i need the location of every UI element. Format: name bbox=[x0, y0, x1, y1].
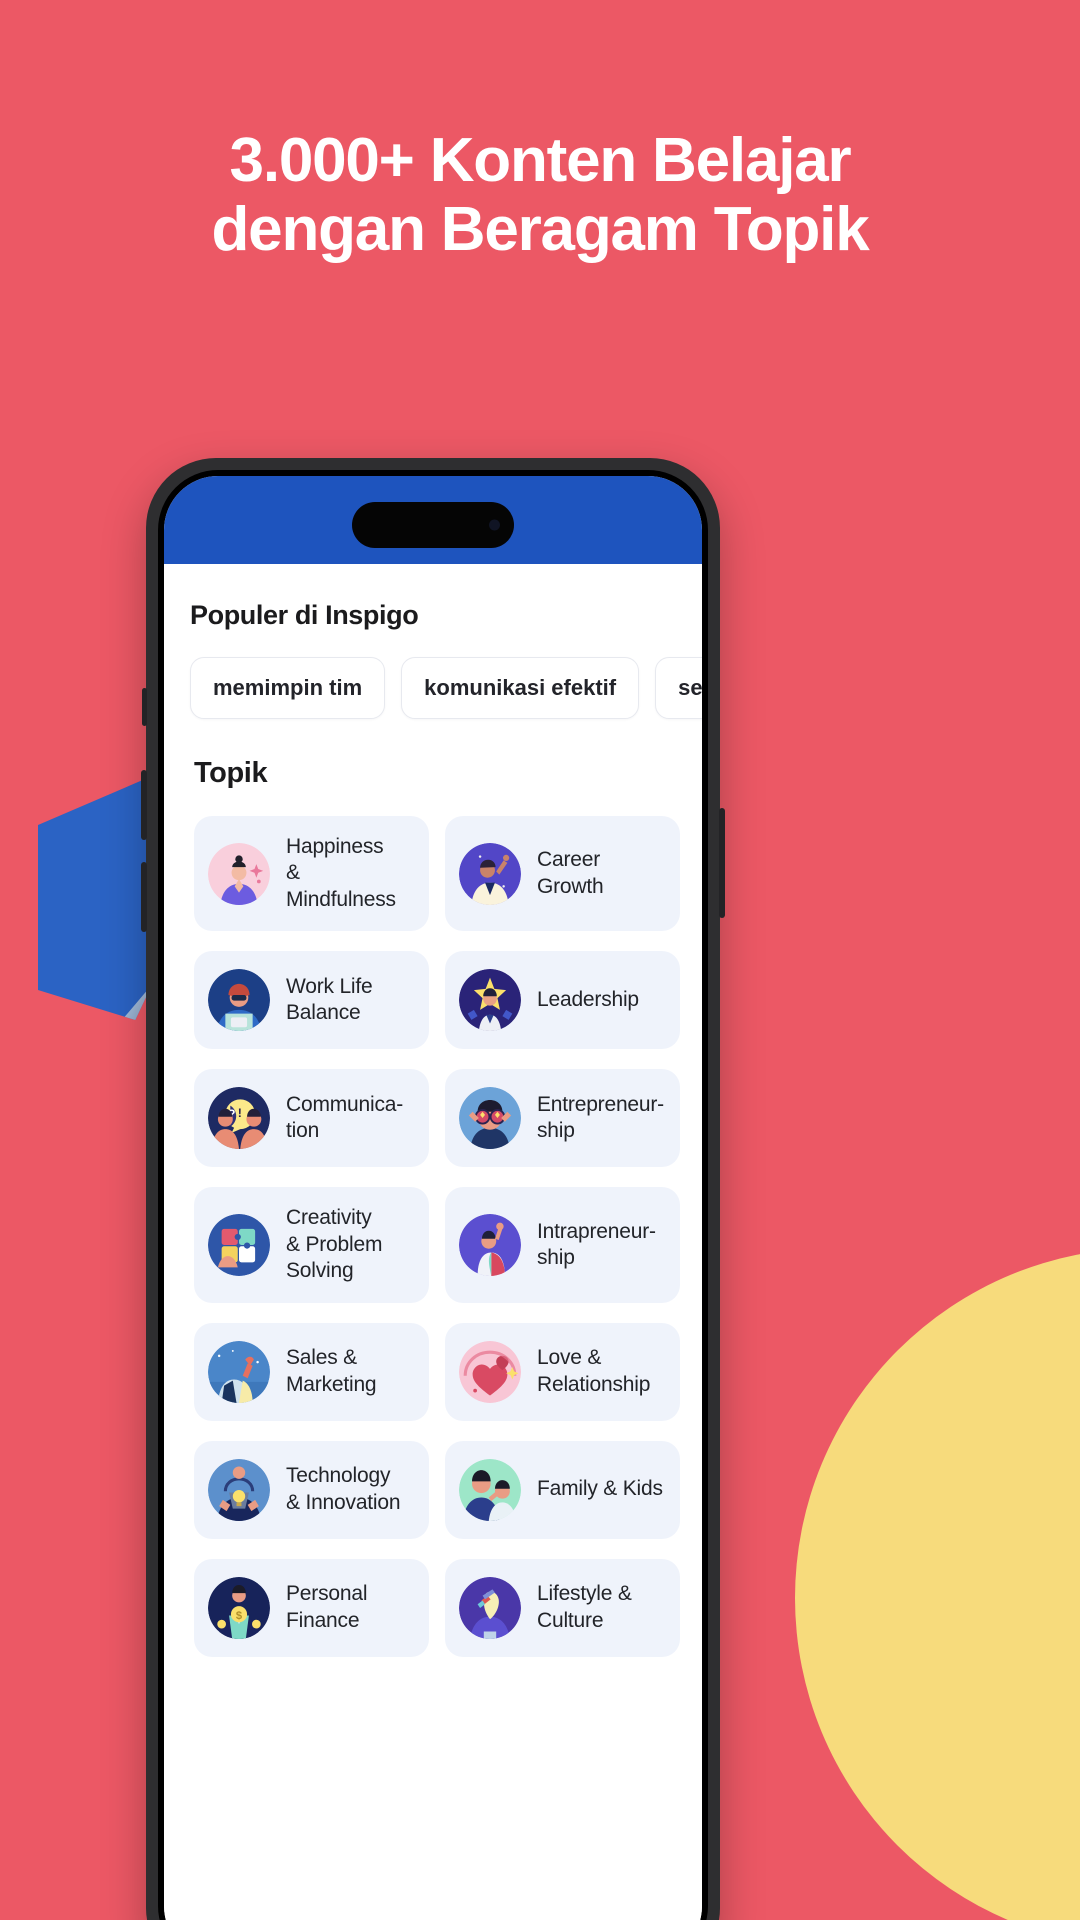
popular-chip[interactable]: komunikasi efektif bbox=[401, 657, 640, 719]
headline-line-2: dengan Beragam Topik bbox=[211, 195, 870, 265]
headline-line-1: 3.000+ Konten Belajar bbox=[229, 126, 852, 195]
topic-card[interactable]: Entrepreneur-ship bbox=[445, 1069, 680, 1168]
creativity-icon bbox=[208, 1214, 270, 1277]
topic-card-label: Happiness & Mindfulness bbox=[286, 835, 396, 911]
meditation-icon bbox=[208, 842, 270, 905]
topic-card[interactable]: Intrapreneur-ship bbox=[445, 1187, 680, 1303]
topic-card[interactable]: Love & Relationship bbox=[445, 1322, 680, 1421]
topic-card[interactable]: ? ! Communica-tion bbox=[194, 1069, 429, 1168]
yellow-circle-decoration bbox=[795, 1248, 1080, 1920]
work-life-balance-icon bbox=[208, 969, 270, 1032]
leadership-icon bbox=[459, 969, 521, 1032]
topic-card[interactable]: Work Life Balance bbox=[194, 951, 429, 1050]
topic-card-label: Love & Relationship bbox=[537, 1346, 651, 1396]
entrepreneurship-icon bbox=[459, 1087, 521, 1150]
topic-card[interactable]: Technology & Innovation bbox=[194, 1440, 429, 1539]
popular-section-title: Populer di Inspigo bbox=[190, 600, 419, 630]
silence-switch[interactable] bbox=[142, 688, 147, 726]
personal-finance-icon: $ bbox=[208, 1576, 270, 1639]
phone-screen: Populer di Inspigo memimpin tim komunikas… bbox=[164, 476, 702, 1920]
topic-card[interactable]: Family & Kids bbox=[445, 1440, 680, 1539]
intrapreneurship-icon bbox=[459, 1214, 521, 1277]
popular-chip[interactable]: memimpin tim bbox=[190, 657, 386, 719]
topic-card-label: Entrepreneur-ship bbox=[537, 1092, 664, 1143]
topic-card[interactable]: $ Personal Finance bbox=[194, 1558, 429, 1657]
topic-card-label: Personal Finance bbox=[286, 1582, 368, 1632]
popular-chip-row[interactable]: memimpin timkomunikasi efektif self devel… bbox=[164, 631, 702, 719]
topic-card[interactable]: Leadership bbox=[445, 951, 680, 1050]
svg-text:$: $ bbox=[236, 1610, 243, 1622]
power-button[interactable] bbox=[719, 808, 725, 918]
front-camera-icon bbox=[489, 519, 500, 531]
topic-card[interactable]: Sales & Marketing bbox=[194, 1322, 429, 1421]
topic-card[interactable]: Creativity & Problem Solving bbox=[194, 1187, 429, 1303]
dynamic-island bbox=[352, 502, 514, 548]
popular-chip[interactable]: self development bbox=[655, 657, 702, 719]
lifestyle-culture-icon bbox=[459, 1576, 521, 1639]
topic-card-label: Family & Kids bbox=[537, 1477, 663, 1501]
topic-card-label: Technology & Innovation bbox=[286, 1464, 401, 1514]
topic-card-label: Creativity & Problem Solving bbox=[286, 1206, 383, 1283]
topic-card-label: Career Growth bbox=[537, 848, 604, 898]
sales-marketing-icon bbox=[208, 1340, 270, 1403]
family-kids-icon bbox=[459, 1458, 521, 1521]
love-relationship-icon bbox=[459, 1340, 521, 1403]
promo-screenshot: 3.000+ Konten Belajar dengan Beragam Top… bbox=[0, 0, 1080, 1920]
topic-card-label: Work Life Balance bbox=[286, 974, 373, 1025]
communication-icon: ? ! bbox=[208, 1087, 270, 1150]
svg-text:!: ! bbox=[238, 1106, 242, 1120]
phone-mockup: Populer di Inspigo memimpin tim komunikas… bbox=[141, 458, 725, 1920]
topics-section-title: Topik bbox=[194, 757, 268, 789]
career-growth-icon bbox=[459, 842, 521, 905]
app-content: Populer di Inspigo memimpin tim komunikas… bbox=[164, 564, 702, 1920]
topic-card[interactable]: Lifestyle & Culture bbox=[445, 1558, 680, 1657]
volume-up-button[interactable] bbox=[141, 770, 147, 840]
topic-card-label: Sales & Marketing bbox=[286, 1346, 377, 1396]
topic-card-label: Lifestyle & Culture bbox=[537, 1582, 632, 1632]
technology-innovation-icon bbox=[208, 1458, 270, 1521]
page-title: 3.000+ Konten Belajar dengan Beragam Top… bbox=[0, 126, 1080, 265]
topic-card[interactable]: Career Growth bbox=[445, 816, 680, 932]
topic-card-label: Intrapreneur-ship bbox=[537, 1219, 656, 1270]
topic-card-label: Leadership bbox=[537, 988, 639, 1012]
phone-bezel: Populer di Inspigo memimpin tim komunikas… bbox=[158, 470, 708, 1920]
topics-grid: Happiness & Mindfulness Career Growth Work… bbox=[164, 790, 702, 1657]
topic-card-label: Communica-tion bbox=[286, 1092, 404, 1143]
topic-card[interactable]: Happiness & Mindfulness bbox=[194, 816, 429, 932]
volume-down-button[interactable] bbox=[141, 862, 147, 932]
